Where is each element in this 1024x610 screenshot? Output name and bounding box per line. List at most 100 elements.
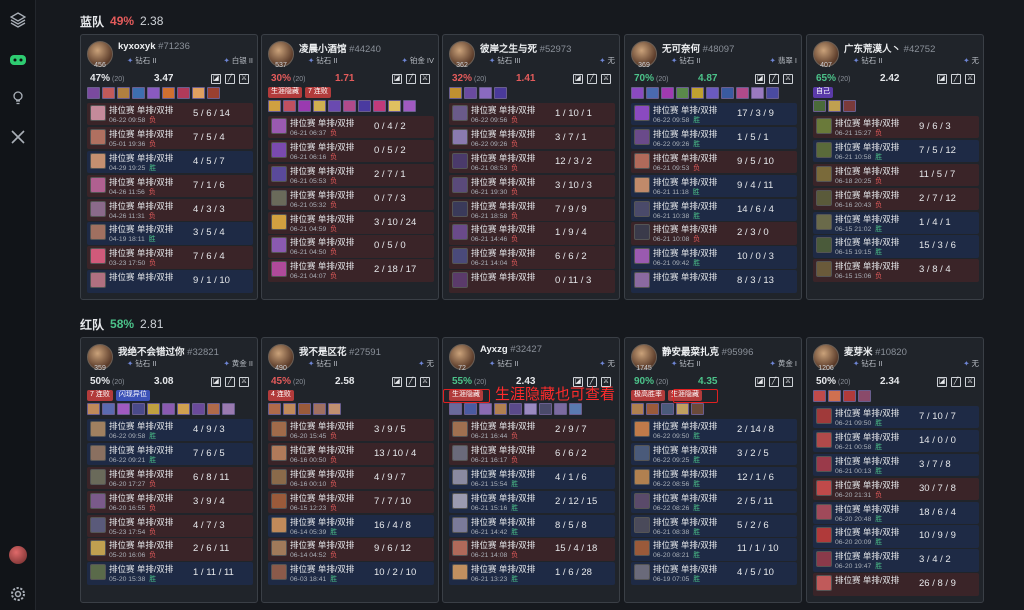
champion-icon[interactable] [102,87,115,99]
match-row[interactable]: 排位赛 单排/双排 06-18 20:25 负 11 / 5 / 7 [813,163,979,187]
champion-icon[interactable] [192,403,205,415]
champion-icon[interactable] [222,403,235,415]
match-row[interactable]: 排位赛 单排/双排 9 / 1 / 10 [87,270,253,293]
player-name[interactable]: 彼岸之生与死 #52973 [480,41,571,55]
slash-icon[interactable]: ╱ [406,377,416,387]
match-row[interactable]: 排位赛 单排/双排 06-21 14:08 负 15 / 4 / 18 [449,538,615,561]
champion-icon[interactable] [569,403,582,415]
champion-icon[interactable] [631,87,644,99]
player-name[interactable]: kyxoxyk #71236 [118,41,190,52]
match-row[interactable]: 排位赛 单排/双排 06-21 15:27 负 9 / 6 / 3 [813,116,979,139]
gamepad-icon[interactable] [8,50,28,70]
champion-icon[interactable] [328,100,341,112]
match-row[interactable]: 排位赛 单排/双排 06-21 08:38 胜 5 / 2 / 6 [631,514,797,537]
sword-icon[interactable]: ⚔ [420,74,430,84]
champion-icon[interactable] [464,87,477,99]
champion-icon[interactable] [117,87,130,99]
match-row[interactable]: 排位赛 单排/双排 06-20 17:27 负 6 / 8 / 11 [87,466,253,490]
champion-icon[interactable] [661,403,674,415]
champion-icon[interactable] [298,100,311,112]
match-row[interactable]: 排位赛 单排/双排 06-19 07:05 胜 4 / 5 / 10 [631,562,797,585]
champion-icon[interactable] [858,390,871,402]
player-card[interactable]: 359 我绝不会错过你 #32821 ✦ 钻石 II ✦ 黄金 II 50% (20) 3.08… [80,337,258,603]
slash-icon[interactable]: ╱ [769,377,779,387]
match-row[interactable]: 排位赛 单排/双排 06-22 09:50 胜 2 / 14 / 8 [631,419,797,442]
match-row[interactable]: 排位赛 单排/双排 06-22 08:56 胜 12 / 1 / 6 [631,466,797,490]
champion-icon[interactable] [843,100,856,112]
champion-icon[interactable] [162,87,175,99]
sword-icon[interactable]: ⚔ [965,74,975,84]
match-row[interactable]: 排位赛 单排/双排 06-20 15:45 负 3 / 9 / 5 [268,419,434,442]
match-row[interactable]: 排位赛 单排/双排 06-22 09:26 胜 1 / 5 / 1 [631,126,797,150]
champion-icon[interactable] [494,87,507,99]
champion-icon[interactable] [117,403,130,415]
champion-icon[interactable] [813,100,826,112]
player-card[interactable]: 1206 麦芽米 #10820 ✦ 钻石 II ✦ 无 50% (20) 2.34 ◪ ╱ ⚔ 排位赛 … [806,337,984,603]
match-row[interactable]: 排位赛 单排/双排 06-22 08:26 胜 2 / 5 / 11 [631,490,797,514]
match-row[interactable]: 排位赛 单排/双排 05-20 15:38 胜 1 / 11 / 11 [87,562,253,585]
match-row[interactable]: 排位赛 单排/双排 06-22 09:58 负 5 / 6 / 14 [87,103,253,126]
champion-icon[interactable] [691,403,704,415]
slash-icon[interactable]: ╱ [769,74,779,84]
player-name[interactable]: 麦芽米 #10820 [844,344,907,358]
match-row[interactable]: 排位赛 单排/双排 06-03 18:41 胜 10 / 2 / 10 [268,562,434,585]
champion-icon[interactable] [449,87,462,99]
match-row[interactable]: 排位赛 单排/双排 06-21 18:58 负 7 / 9 / 9 [449,198,615,221]
match-row[interactable]: 排位赛 单排/双排 05-01 19:36 负 7 / 5 / 4 [87,126,253,150]
champion-icon[interactable] [661,87,674,99]
tools-icon[interactable] [8,127,28,147]
match-row[interactable]: 排位赛 单排/双排 06-21 08:53 负 12 / 3 / 2 [449,150,615,174]
match-row[interactable]: 排位赛 单排/双排 0 / 11 / 3 [449,270,615,293]
match-row[interactable]: 排位赛 单排/双排 06-21 11:18 胜 9 / 4 / 11 [631,174,797,198]
match-row[interactable]: 排位赛 单排/双排 06-20 20:09 胜 10 / 9 / 9 [813,525,979,548]
square-icon[interactable]: ◪ [211,377,221,387]
champion-icon[interactable] [313,100,326,112]
slash-icon[interactable]: ╱ [406,74,416,84]
match-row[interactable]: 排位赛 单排/双排 06-21 14:04 负 6 / 6 / 2 [449,246,615,269]
match-row[interactable]: 排位赛 单排/双排 06-20 21:31 负 30 / 7 / 8 [813,477,979,501]
player-name[interactable]: 广东荒漠人丶 #42752 [844,41,935,55]
match-row[interactable]: 排位赛 单排/双排 06-21 09:42 胜 10 / 0 / 3 [631,246,797,269]
player-name[interactable]: 我绝不会错过你 #32821 [118,344,219,358]
champion-icon[interactable] [283,100,296,112]
match-row[interactable]: 排位赛 单排/双排 06-21 06:37 负 0 / 4 / 2 [268,116,434,139]
square-icon[interactable]: ◪ [755,74,765,84]
champion-icon[interactable] [177,87,190,99]
match-row[interactable]: 排位赛 单排/双排 04-19 18:11 胜 3 / 5 / 4 [87,222,253,245]
player-name[interactable]: 凌晨小酒馆 #44240 [299,41,381,55]
player-card[interactable]: 362 彼岸之生与死 #52973 ✦ 钻石 III ✦ 无 32% (20) 1.41 ◪ ╱ ⚔ 排… [442,34,620,300]
sword-icon[interactable]: ⚔ [601,74,611,84]
champion-icon[interactable] [268,100,281,112]
match-row[interactable]: 排位赛 单排/双排 04-26 11:31 负 4 / 3 / 3 [87,198,253,221]
champion-icon[interactable] [177,403,190,415]
player-card[interactable]: 490 我不是区花 #27591 ✦ 钻石 II ✦ 无 45% (20) 2.58 ◪ ╱ ⚔ 4 连… [261,337,439,603]
champion-icon[interactable] [162,403,175,415]
champion-icon[interactable] [328,403,341,415]
match-row[interactable]: 排位赛 单排/双排 06-21 19:30 负 3 / 10 / 3 [449,174,615,198]
match-row[interactable]: 排位赛 单排/双排 06-21 09:53 负 9 / 5 / 10 [631,150,797,174]
player-card[interactable]: 72 Ayxzg #32427 ✦ 钻石 II ✦ 无 55% (20) 2.43 ◪ ╱ ⚔ 生涯隐藏… [442,337,620,603]
match-row[interactable]: 排位赛 单排/双排 06-22 09:26 负 3 / 7 / 1 [449,126,615,150]
champion-icon[interactable] [828,100,841,112]
player-card[interactable]: 407 广东荒漠人丶 #42752 ✦ 钻石 II ✦ 无 65% (20) 2.42 ◪ ╱ ⚔ 自己… [806,34,984,300]
champion-icon[interactable] [706,87,719,99]
match-row[interactable]: 排位赛 单排/双排 8 / 3 / 13 [631,270,797,293]
player-name[interactable]: 我不是区花 #27591 [299,344,381,358]
match-row[interactable]: 排位赛 单排/双排 06-14 04:52 负 9 / 6 / 12 [268,538,434,561]
match-row[interactable]: 排位赛 单排/双排 06-15 21:02 胜 1 / 4 / 1 [813,211,979,234]
match-row[interactable]: 排位赛 单排/双排 06-21 13:23 胜 1 / 6 / 28 [449,562,615,585]
square-icon[interactable]: ◪ [937,377,947,387]
square-icon[interactable]: ◪ [937,74,947,84]
match-row[interactable]: 排位赛 单排/双排 06-21 10:38 胜 14 / 6 / 4 [631,198,797,221]
champion-icon[interactable] [87,403,100,415]
player-card[interactable]: 456 kyxoxyk #71236 ✦ 钻石 II ✦ 白银 II 47% (20) 3.47… [80,34,258,300]
champion-icon[interactable] [676,87,689,99]
match-row[interactable]: 排位赛 单排/双排 06-21 16:44 负 2 / 9 / 7 [449,419,615,442]
champion-icon[interactable] [464,403,477,415]
match-row[interactable]: 排位赛 单排/双排 06-22 09:25 胜 3 / 2 / 5 [631,442,797,466]
champion-icon[interactable] [192,87,205,99]
slash-icon[interactable]: ╱ [225,74,235,84]
champion-icon[interactable] [524,403,537,415]
champion-icon[interactable] [373,100,386,112]
match-row[interactable]: 排位赛 单排/双排 06-14 05:39 胜 16 / 4 / 8 [268,514,434,537]
